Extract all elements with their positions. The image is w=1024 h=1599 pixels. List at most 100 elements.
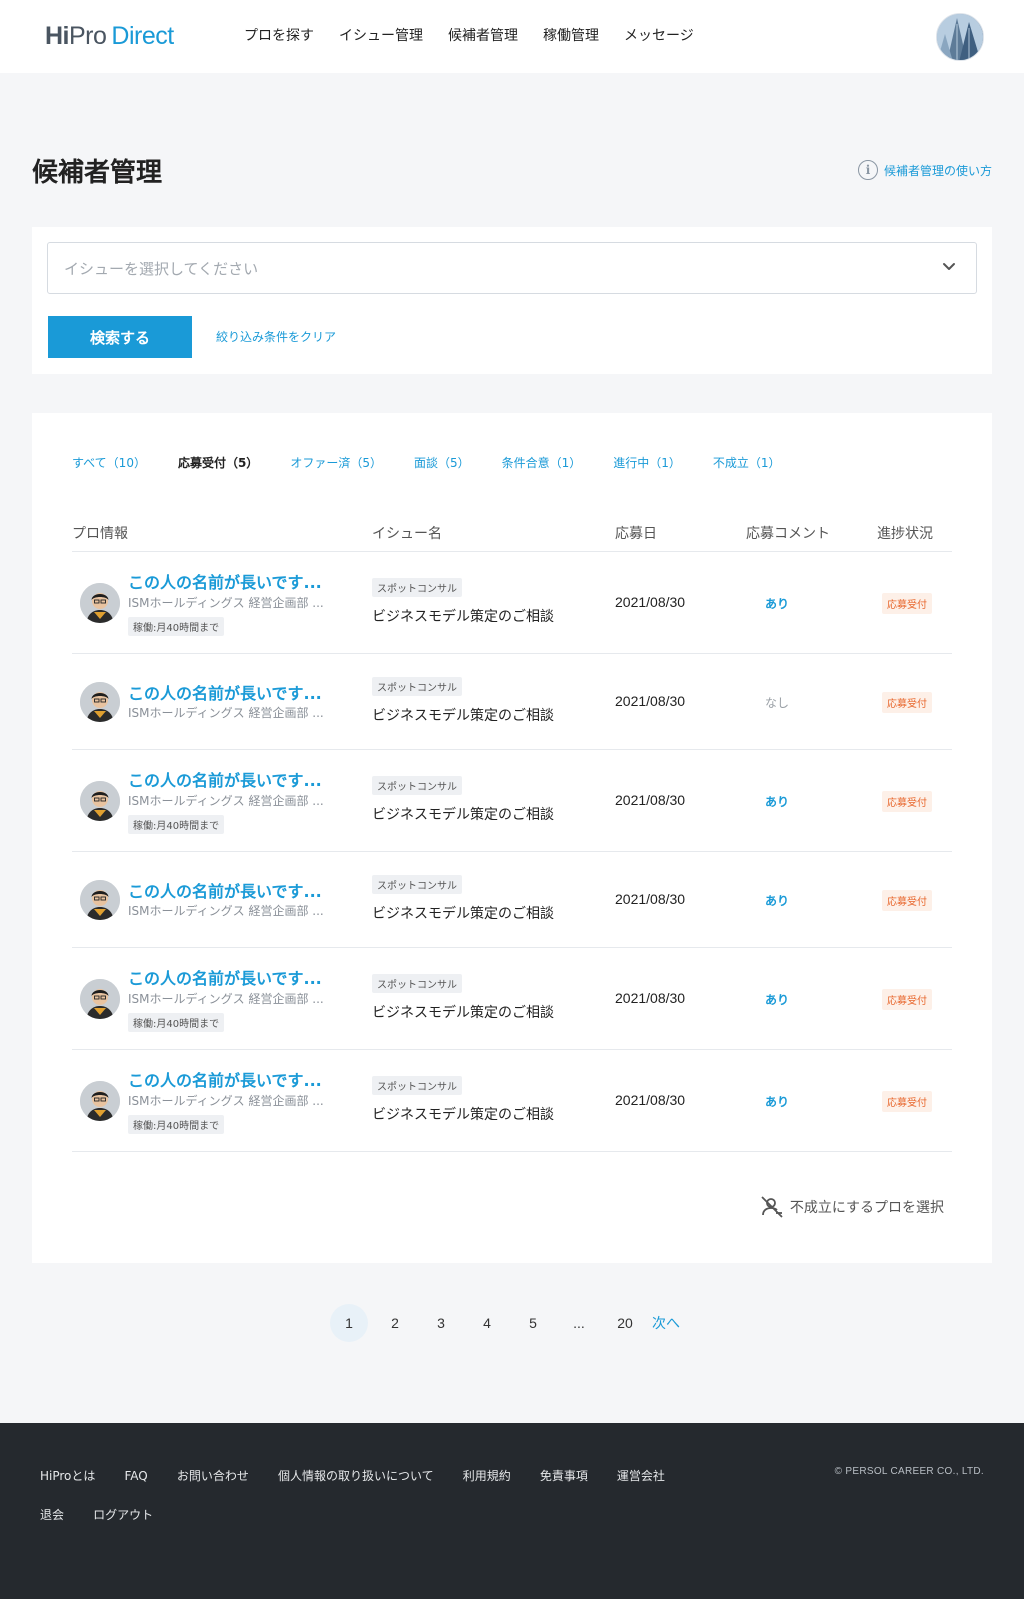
- search-button[interactable]: 検索する: [48, 316, 192, 358]
- main-nav: プロを探す イシュー管理 候補者管理 稼働管理 メッセージ: [244, 26, 719, 46]
- table-row[interactable]: この人の名前が長いです... ISMホールディングス 経営企画部 ... 稼働:月4…: [72, 750, 952, 852]
- page-2-button[interactable]: 2: [376, 1304, 414, 1342]
- page-ellipsis: ...: [573, 1315, 585, 1331]
- pro-avatar[interactable]: [80, 583, 120, 623]
- pro-name-link[interactable]: この人の名前が長いです...: [128, 1067, 322, 1091]
- select-rejected-pros-label: 不成立にするプロを選択: [789, 1200, 944, 1216]
- nav-item-work-management[interactable]: 稼働管理: [543, 26, 599, 46]
- pro-company: ISMホールディングス 経営企画部 ...: [128, 706, 324, 720]
- nav-item-candidate-management[interactable]: 候補者管理: [448, 26, 518, 46]
- footer-links: HiProとは FAQ お問い合わせ 個人情報の取り扱いについて 利用規約 免責…: [40, 1465, 740, 1543]
- apply-date: 2021/08/30: [615, 693, 686, 709]
- pro-name-link[interactable]: この人の名前が長いです...: [128, 878, 322, 902]
- apply-comment[interactable]: あり: [760, 595, 794, 612]
- status-badge: 応募受付: [882, 593, 932, 614]
- footer-link-contact[interactable]: お問い合わせ: [177, 1468, 249, 1484]
- tab-not-established[interactable]: 不成立（1）: [713, 455, 781, 471]
- hipro-direct-logo[interactable]: Hi Pro Direct: [45, 22, 174, 52]
- page-5-button[interactable]: 5: [514, 1304, 552, 1342]
- table-row[interactable]: この人の名前が長いです... ISMホールディングス 経営企画部 ... 稼働:月4…: [72, 948, 952, 1050]
- status-badge: 応募受付: [882, 1091, 932, 1112]
- issue-type-badge: スポットコンサル: [372, 1076, 462, 1095]
- table-row[interactable]: この人の名前が長いです... ISMホールディングス 経営企画部 ... 稼働:月4…: [72, 552, 952, 654]
- status-badge: 応募受付: [882, 989, 932, 1010]
- footer-link-logout[interactable]: ログアウト: [93, 1507, 153, 1523]
- apply-comment[interactable]: あり: [760, 892, 794, 909]
- clear-filters-link[interactable]: 絞り込み条件をクリア: [216, 328, 336, 345]
- building-avatar-icon: [937, 14, 983, 60]
- apply-comment[interactable]: あり: [760, 1093, 794, 1110]
- footer-link-faq[interactable]: FAQ: [125, 1468, 148, 1484]
- pro-avatar[interactable]: [80, 781, 120, 821]
- person-remove-icon: [761, 1196, 783, 1218]
- tab-all[interactable]: すべて（10）: [72, 455, 146, 471]
- tab-terms-agreed[interactable]: 条件合意（1）: [502, 455, 582, 471]
- pro-avatar[interactable]: [80, 979, 120, 1019]
- issue-name: ビジネスモデル策定のご相談: [372, 609, 554, 625]
- copyright: © PERSOL CAREER CO., LTD.: [834, 1466, 984, 1477]
- next-page-link[interactable]: 次へ: [652, 1313, 680, 1333]
- issue-select-placeholder: イシューを選択してください: [64, 259, 259, 278]
- apply-comment[interactable]: あり: [760, 793, 794, 810]
- footer-link-company[interactable]: 運営会社: [617, 1468, 665, 1484]
- pro-avatar[interactable]: [80, 682, 120, 722]
- nav-item-messages[interactable]: メッセージ: [624, 26, 694, 46]
- tab-in-progress[interactable]: 進行中（1）: [613, 455, 681, 471]
- apply-date: 2021/08/30: [615, 594, 686, 610]
- footer-link-about[interactable]: HiProとは: [40, 1468, 95, 1484]
- pro-name-link[interactable]: この人の名前が長いです...: [128, 680, 322, 704]
- user-avatar[interactable]: [936, 13, 984, 61]
- issue-name: ビジネスモデル策定のご相談: [372, 906, 554, 922]
- pagination: 1 2 3 4 5 ... 20 次へ: [330, 1304, 680, 1342]
- table-row[interactable]: この人の名前が長いです... ISMホールディングス 経営企画部 ... スポットコ…: [72, 654, 952, 750]
- table-body: この人の名前が長いです... ISMホールディングス 経営企画部 ... 稼働:月4…: [72, 552, 952, 1152]
- footer-link-terms[interactable]: 利用規約: [463, 1468, 511, 1484]
- apply-date: 2021/08/30: [615, 891, 686, 907]
- select-rejected-pros-link[interactable]: 不成立にするプロを選択: [760, 1195, 944, 1219]
- status-badge: 応募受付: [882, 890, 932, 911]
- pro-avatar[interactable]: [80, 880, 120, 920]
- work-hours-badge: 稼働:月40時間まで: [128, 617, 225, 636]
- site-footer: HiProとは FAQ お問い合わせ 個人情報の取り扱いについて 利用規約 免責…: [0, 1423, 1024, 1599]
- pro-avatar[interactable]: [80, 1081, 120, 1121]
- candidate-list-panel: すべて（10） 応募受付（5） オファー済（5） 面談（5） 条件合意（1） 進…: [32, 413, 992, 1263]
- tab-interview[interactable]: 面談（5）: [414, 455, 470, 471]
- apply-date: 2021/08/30: [615, 990, 686, 1006]
- pro-company: ISMホールディングス 経営企画部 ...: [128, 794, 324, 808]
- pro-name-link[interactable]: この人の名前が長いです...: [128, 767, 322, 791]
- pro-company: ISMホールディングス 経営企画部 ...: [128, 992, 324, 1006]
- work-hours-badge: 稼働:月40時間まで: [128, 815, 225, 834]
- status-badge: 応募受付: [882, 692, 932, 713]
- table-row[interactable]: この人の名前が長いです... ISMホールディングス 経営企画部 ... 稼働:月4…: [72, 1050, 952, 1152]
- nav-item-find-pro[interactable]: プロを探す: [244, 26, 314, 46]
- page-3-button[interactable]: 3: [422, 1304, 460, 1342]
- work-hours-badge: 稼働:月40時間まで: [128, 1115, 225, 1134]
- issue-type-badge: スポットコンサル: [372, 875, 462, 894]
- issue-select[interactable]: イシューを選択してください: [47, 242, 977, 294]
- issue-type-badge: スポットコンサル: [372, 974, 462, 993]
- footer-link-withdraw[interactable]: 退会: [40, 1507, 64, 1523]
- page-1-button[interactable]: 1: [330, 1304, 368, 1342]
- footer-link-disclaimer[interactable]: 免責事項: [540, 1468, 588, 1484]
- apply-comment: なし: [764, 696, 789, 710]
- issue-name: ビジネスモデル策定のご相談: [372, 807, 554, 823]
- column-header-date: 応募日: [615, 526, 657, 542]
- candidate-table: プロ情報 イシュー名 応募日 応募コメント 進捗状況 この人の名前が長いです..…: [72, 513, 952, 1152]
- status-badge: 応募受付: [882, 791, 932, 812]
- page-4-button[interactable]: 4: [468, 1304, 506, 1342]
- candidate-management-help-link[interactable]: i 候補者管理の使い方: [857, 160, 992, 180]
- table-header: プロ情報 イシュー名 応募日 応募コメント 進捗状況: [72, 513, 952, 552]
- nav-item-issue-management[interactable]: イシュー管理: [339, 26, 423, 46]
- apply-date: 2021/08/30: [615, 1092, 686, 1108]
- tab-application-received[interactable]: 応募受付（5）: [178, 455, 258, 471]
- issue-name: ビジネスモデル策定のご相談: [372, 1107, 554, 1123]
- pro-name-link[interactable]: この人の名前が長いです...: [128, 569, 322, 593]
- issue-type-badge: スポットコンサル: [372, 578, 462, 597]
- table-row[interactable]: この人の名前が長いです... ISMホールディングス 経営企画部 ... スポットコ…: [72, 852, 952, 948]
- page-20-button[interactable]: 20: [606, 1304, 644, 1342]
- pro-name-link[interactable]: この人の名前が長いです...: [128, 965, 322, 989]
- footer-link-privacy[interactable]: 個人情報の取り扱いについて: [278, 1468, 434, 1484]
- column-header-issue: イシュー名: [372, 526, 442, 542]
- tab-offered[interactable]: オファー済（5）: [290, 455, 382, 471]
- apply-comment[interactable]: あり: [760, 991, 794, 1008]
